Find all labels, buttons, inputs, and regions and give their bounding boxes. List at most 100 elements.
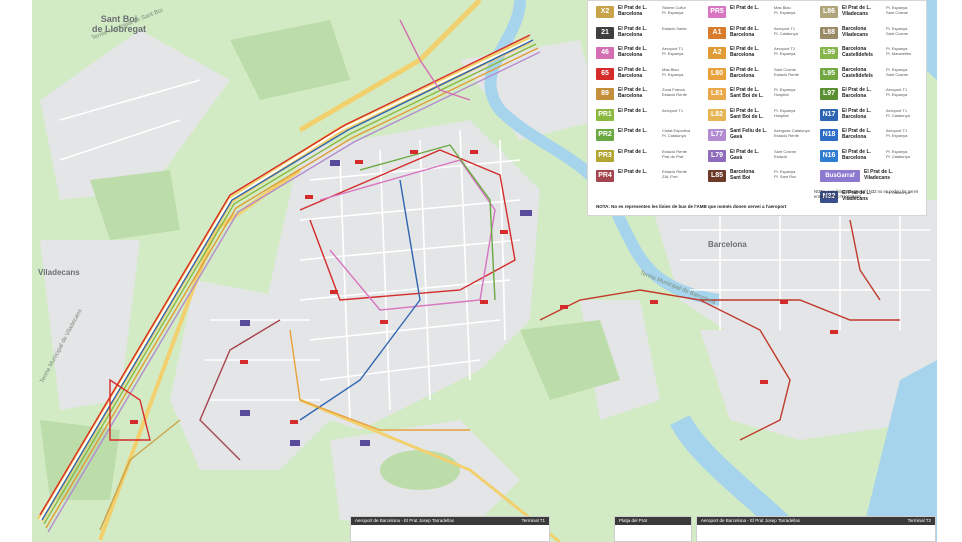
line-badge: PR2 <box>596 129 614 141</box>
place-barcelona: Barcelona <box>708 240 747 249</box>
legend-row[interactable]: L85 Barcelona Sant Boi Pl. Espanya Pl. San… <box>700 167 812 187</box>
legend-row[interactable]: N17 El Prat de L. Barcelona Aeroport T1 Pl… <box>812 106 924 126</box>
line-route-name: El Prat de L. Barcelona <box>842 128 871 140</box>
line-route-name: Barcelona Castelldefels <box>842 46 873 58</box>
line-route-name: El Prat de L. Viladecans <box>864 169 893 181</box>
legend-row[interactable]: L82 El Prat de L. Sant Boi de L. Pl. Espan… <box>700 106 812 126</box>
line-route-name: El Prat de L. Barcelona <box>618 25 647 38</box>
line-badge: BusGarraf <box>820 170 860 182</box>
legend-row[interactable]: 89 El Prat de L. Barcelona Zona Franca Est… <box>588 85 700 105</box>
line-terminus: Zona Franca Estació Renfe <box>662 87 687 97</box>
line-route-name: El Prat de L. Sant Boi de L. <box>730 87 764 99</box>
legend-row[interactable]: PR4 El Prat de L. Estació Renfe ZAL Port <box>588 167 700 187</box>
line-terminus: Estació Renfe ZAL Port <box>662 169 687 179</box>
line-terminus: Aeroport T1 Pl. Catalunya <box>774 25 798 36</box>
line-badge: PR1 <box>596 108 614 121</box>
legend-row[interactable]: 65 El Prat de L. Barcelona Mas Blau Pl. Es… <box>588 65 700 85</box>
inset-terminal-label: Terminal T2 <box>907 518 931 523</box>
line-badge: L77 <box>708 129 726 141</box>
line-terminus: Sistem Cultur Pl. Espanya <box>662 5 687 15</box>
legend-row[interactable]: N16 El Prat de L. Barcelona Pl. Espanya Pl… <box>812 147 924 167</box>
line-route-name: Sant Feliu de L. Gavà <box>730 128 767 140</box>
line-badge: 21 <box>596 26 614 39</box>
line-route-name: El Prat de L. Barcelona <box>730 66 759 79</box>
line-badge: L79 <box>708 149 726 162</box>
inset-title: Aeroport de Barcelona - El Prat Josep Ta… <box>351 517 549 525</box>
legend-row[interactable]: 46 El Prat de L. Barcelona Aeroport T1 Pl.… <box>588 44 700 64</box>
inset-terminal-label: Terminal T1 <box>521 518 545 523</box>
line-route-name: Barcelona Castelldefels <box>842 66 873 79</box>
line-terminus: Ciutat Esportiva Pl. Catalunya <box>662 128 691 138</box>
legend-note: NOTA: No es representen les línies de bu… <box>596 204 787 209</box>
legend-row[interactable]: PR1 El Prat de L. Aeroport T1 <box>588 106 700 126</box>
line-badge: 89 <box>596 88 614 100</box>
legend-row[interactable]: L97 El Prat de L. Barcelona Aeroport T1 Pl… <box>812 85 924 105</box>
line-route-name: El Prat de L. Barcelona <box>842 107 871 120</box>
route-legend: X2 El Prat de L. Barcelona Sistem Cultur P… <box>587 0 927 216</box>
line-route-name: El Prat de L. Barcelona <box>618 66 647 79</box>
line-route-name: El Prat de L. <box>730 5 759 11</box>
line-badge: A2 <box>708 47 726 59</box>
line-route-name: El Prat de L. <box>618 169 647 175</box>
line-terminus: Aeroport T1 Pl. Espanya <box>662 46 684 56</box>
line-terminus: Estació Sants <box>662 25 687 31</box>
inset-platja-del-prat[interactable]: Platja del Prat <box>614 516 692 542</box>
line-route-name: El Prat de L. Barcelona <box>618 87 647 99</box>
line-terminus: Pl. Espanya Pl. Sant Roc <box>774 169 797 179</box>
line-terminus: Estació Renfe Prat de Prat <box>662 148 687 159</box>
line-badge: L97 <box>820 88 838 100</box>
line-badge: PR4 <box>596 170 614 182</box>
line-terminus: Mas Blau Pl. Espanya <box>774 5 796 15</box>
line-terminus: Pl. Espanya Sant Cosme <box>886 66 909 77</box>
inset-terminal-t1[interactable]: Aeroport de Barcelona - El Prat Josep Ta… <box>350 516 550 542</box>
line-route-name: El Prat de L. <box>618 128 647 134</box>
line-terminus: Aeroport T1 Pl. Espanya <box>886 87 908 97</box>
line-terminus: Pl. Espanya Pl. Maravelles <box>886 46 912 56</box>
line-terminus: Pl. Espanya Sant Cosme <box>886 5 909 15</box>
legend-row[interactable]: L77 Sant Feliu de L. Gavà Avinguda Catalun… <box>700 126 812 146</box>
legend-row[interactable]: A1 El Prat de L. Barcelona Aeroport T1 Pl.… <box>700 24 812 44</box>
line-badge: L80 <box>708 67 726 80</box>
line-terminus: Mas Blau Pl. Espanya <box>662 66 684 77</box>
line-terminus: Pl. Espanya Pl. Catalunya <box>886 148 910 159</box>
inset-title: Aeroport de Barcelona - El Prat Josep Ta… <box>697 517 935 525</box>
line-badge: 46 <box>596 47 614 59</box>
line-badge: PR5 <box>708 6 726 18</box>
legend-row[interactable]: PR2 El Prat de L. Ciutat Esportiva Pl. Cat… <box>588 126 700 146</box>
legend-row[interactable]: X2 El Prat de L. Barcelona Sistem Cultur P… <box>588 3 700 23</box>
line-route-name: Barcelona Viladecans <box>842 25 869 38</box>
place-viladecans: Viladecans <box>38 268 80 277</box>
line-route-name: El Prat de L. <box>618 107 647 114</box>
line-badge: L85 <box>708 170 726 182</box>
inset-terminal-t2[interactable]: Aeroport de Barcelona - El Prat Josep Ta… <box>696 516 936 542</box>
line-badge: L88 <box>820 26 838 39</box>
line-route-name: El Prat de L. Barcelona <box>842 148 871 161</box>
line-route-name: El Prat de L. Barcelona <box>842 87 871 99</box>
legend-row[interactable]: 21 El Prat de L. Barcelona Estació Sants <box>588 24 700 44</box>
line-route-name: Barcelona Sant Boi <box>730 169 755 181</box>
legend-row[interactable]: L79 El Prat de L. Gavà Sant Cosme Estació <box>700 147 812 167</box>
line-route-name: El Prat de L. Barcelona <box>730 46 759 58</box>
legend-row[interactable]: L80 El Prat de L. Barcelona Sant Cosme Est… <box>700 65 812 85</box>
line-terminus: Aeroport T1 Pl. Espanya <box>886 128 908 138</box>
legend-row[interactable]: L95 Barcelona Castelldefels Pl. Espanya Sa… <box>812 65 924 85</box>
legend-row[interactable]: L88 Barcelona Viladecans Pl. Espanya Sant … <box>812 24 924 44</box>
legend-row[interactable]: L99 Barcelona Castelldefels Pl. Espanya Pl… <box>812 44 924 64</box>
line-badge: L81 <box>708 88 726 100</box>
legend-row[interactable]: A2 El Prat de L. Barcelona Aeroport T2 Pl.… <box>700 44 812 64</box>
line-terminus: Sant Cosme Estació <box>774 148 797 159</box>
line-route-name: El Prat de L. Sant Boi de L. <box>730 107 764 120</box>
legend-row[interactable]: N18 El Prat de L. Barcelona Aeroport T1 Pl… <box>812 126 924 146</box>
legend-row[interactable]: BusGarrafEl Prat de L. ViladecansPl. Esp… <box>812 167 924 187</box>
legend-row[interactable]: L81 El Prat de L. Sant Boi de L. Pl. Espan… <box>700 85 812 105</box>
legend-row[interactable]: PR5 El Prat de L. Mas Blau Pl. Espanya <box>700 3 812 23</box>
legend-bus-note: NOTA: Les línies BusGarraf i N32 no es p… <box>814 189 919 199</box>
line-route-name: El Prat de L. Barcelona <box>730 25 759 38</box>
line-terminus: Pl. Espanya Hospital <box>774 107 796 118</box>
legend-row[interactable]: PR3 El Prat de L. Estació Renfe Prat de Pr… <box>588 147 700 167</box>
line-terminus: Aeroport T1 Pl. Catalunya <box>886 107 910 118</box>
legend-row[interactable]: L86 El Prat de L. Viladecans Pl. Espanya S… <box>812 3 924 23</box>
line-route-name: El Prat de L. <box>618 148 647 155</box>
line-route-name: El Prat de L. Gavà <box>730 148 759 161</box>
line-badge: N17 <box>820 108 838 121</box>
